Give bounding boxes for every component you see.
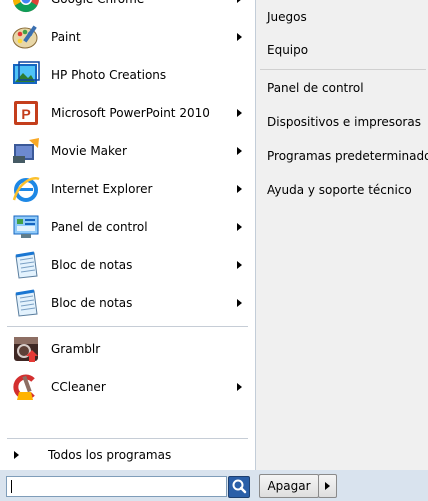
right-item-panel-de-control[interactable]: Panel de control — [267, 76, 425, 100]
submenu-arrow-icon[interactable] — [237, 223, 242, 231]
submenu-arrow-icon[interactable] — [237, 109, 242, 117]
arrow-right-icon — [14, 451, 19, 459]
powerpoint-icon: P — [14, 101, 38, 125]
internet-explorer-icon — [12, 177, 40, 202]
right-item-ayuda-y-soporte[interactable]: Ayuda y soporte técnico — [267, 178, 425, 202]
right-item-equipo[interactable]: Equipo — [267, 38, 425, 62]
program-label: Panel de control — [51, 220, 148, 234]
submenu-arrow-icon[interactable] — [237, 299, 242, 307]
right-pane: Juegos Equipo Panel de control Dispositi… — [256, 0, 428, 470]
submenu-arrow-icon[interactable] — [237, 185, 242, 193]
right-item-juegos[interactable]: Juegos — [267, 5, 425, 29]
ccleaner-icon — [13, 374, 35, 400]
program-label: Paint — [51, 30, 81, 44]
text-caret — [11, 480, 12, 493]
submenu-arrow-icon[interactable] — [237, 261, 242, 269]
gramblr-icon — [14, 337, 38, 362]
program-item-movie-maker[interactable]: Movie Maker — [3, 133, 255, 169]
program-item-google-chrome[interactable]: Google Chrome — [3, 0, 255, 17]
search-input[interactable] — [6, 476, 227, 497]
right-item-programas-predeterminados[interactable]: Programas predeterminados — [267, 144, 428, 168]
program-label: Gramblr — [51, 342, 101, 356]
program-item-bloc-de-notas[interactable]: Bloc de notas — [3, 285, 255, 321]
submenu-arrow-icon[interactable] — [237, 383, 242, 391]
start-menu: Google Chrome Paint HP Photo Creations — [0, 0, 428, 501]
program-item-powerpoint[interactable]: P Microsoft PowerPoint 2010 — [3, 95, 255, 131]
program-item-hp-photo-creations[interactable]: HP Photo Creations — [3, 57, 255, 93]
shutdown-button[interactable]: Apagar — [259, 474, 319, 498]
program-label: Bloc de notas — [51, 258, 133, 272]
program-label: Google Chrome — [51, 0, 144, 17]
right-item-dispositivos-e-impresoras[interactable]: Dispositivos e impresoras — [267, 110, 425, 134]
submenu-arrow-icon[interactable] — [237, 147, 242, 155]
programs-pane: Google Chrome Paint HP Photo Creations — [0, 0, 256, 470]
all-programs-item[interactable]: Todos los programas — [3, 442, 255, 468]
movie-maker-icon — [13, 138, 39, 163]
shutdown-options-button[interactable] — [318, 474, 337, 498]
divider — [260, 69, 426, 70]
program-item-panel-de-control[interactable]: Panel de control — [3, 209, 255, 245]
search-button[interactable] — [228, 476, 250, 498]
program-item-internet-explorer[interactable]: Internet Explorer — [3, 171, 255, 207]
hp-photo-creations-icon — [13, 61, 40, 84]
control-panel-icon — [13, 215, 39, 238]
program-label: CCleaner — [51, 380, 106, 394]
search-icon — [232, 479, 247, 494]
divider — [7, 326, 248, 327]
all-programs-label: Todos los programas — [48, 448, 172, 462]
program-item-gramblr[interactable]: Gramblr — [3, 331, 255, 367]
program-label: Microsoft PowerPoint 2010 — [51, 106, 210, 120]
notepad-icon — [15, 289, 38, 317]
program-item-ccleaner[interactable]: CCleaner — [3, 369, 255, 405]
submenu-arrow-icon[interactable] — [237, 0, 242, 3]
chrome-icon — [13, 0, 39, 13]
program-label: HP Photo Creations — [51, 68, 167, 82]
program-label: Bloc de notas — [51, 296, 133, 310]
program-item-bloc-de-notas[interactable]: Bloc de notas — [3, 247, 255, 283]
svg-text:P: P — [21, 106, 30, 122]
program-item-paint[interactable]: Paint — [3, 19, 255, 55]
submenu-arrow-icon[interactable] — [237, 33, 242, 41]
notepad-icon — [15, 251, 38, 279]
arrow-right-icon — [325, 482, 330, 490]
bottom-bar: Apagar — [0, 470, 428, 501]
paint-icon — [12, 25, 38, 49]
program-label: Movie Maker — [51, 144, 127, 158]
program-label: Internet Explorer — [51, 182, 153, 196]
divider — [7, 438, 248, 439]
